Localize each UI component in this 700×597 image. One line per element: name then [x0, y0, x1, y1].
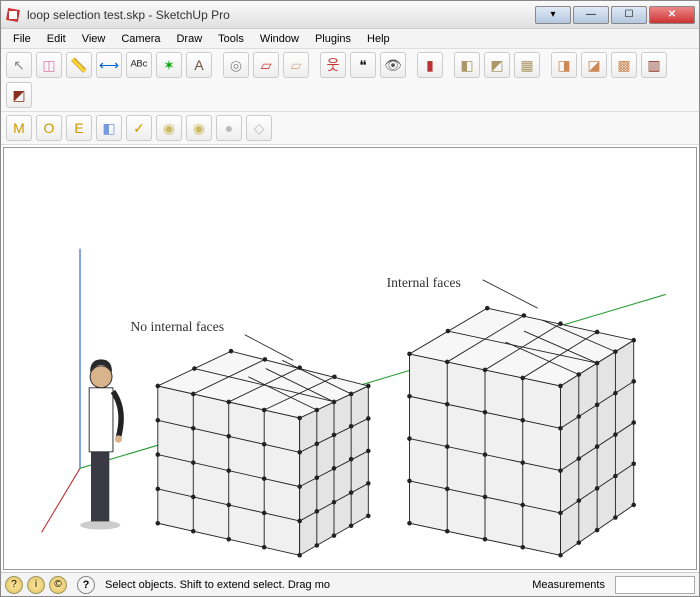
- hidden-tool[interactable]: ▦: [514, 52, 540, 78]
- layer-o-tool[interactable]: O: [36, 115, 62, 141]
- arc-tool[interactable]: ▱: [283, 52, 309, 78]
- layer-e-tool[interactable]: E: [66, 115, 92, 141]
- status-hint: Select objects. Shift to extend select. …: [99, 579, 522, 591]
- look-around-tool[interactable]: 👁: [380, 52, 406, 78]
- window-title: loop selection test.skp - SketchUp Pro: [27, 8, 535, 22]
- shaded-tool[interactable]: ◩: [6, 82, 32, 108]
- statusbar: ? i © ? Select objects. Shift to extend …: [1, 572, 699, 596]
- coin1-tool[interactable]: ◉: [156, 115, 182, 141]
- position-camera-tool[interactable]: 웃: [320, 52, 346, 78]
- shade-cube-tool[interactable]: ◧: [96, 115, 122, 141]
- wireframe-tool[interactable]: ▩: [611, 52, 637, 78]
- menu-tools[interactable]: Tools: [210, 31, 252, 47]
- menu-edit[interactable]: Edit: [39, 31, 74, 47]
- pin-button[interactable]: ▾: [535, 6, 571, 24]
- status-icon-3[interactable]: ©: [49, 576, 67, 594]
- select-tool[interactable]: ↖: [6, 52, 32, 78]
- menu-draw[interactable]: Draw: [168, 31, 210, 47]
- measurements-input[interactable]: [615, 576, 695, 594]
- box-left: [156, 349, 371, 558]
- app-icon: [5, 7, 21, 23]
- svg-text:Internal faces: Internal faces: [387, 275, 461, 290]
- annotation-right: Internal faces: [387, 275, 538, 308]
- check-tool[interactable]: ✓: [126, 115, 152, 141]
- walk-tool[interactable]: ❝: [350, 52, 376, 78]
- titlebar[interactable]: loop selection test.skp - SketchUp Pro ▾…: [1, 1, 699, 29]
- svg-text:No internal faces: No internal faces: [130, 319, 224, 334]
- line-tool[interactable]: ▱: [253, 52, 279, 78]
- menu-plugins[interactable]: Plugins: [307, 31, 359, 47]
- back-edges-tool[interactable]: ◪: [581, 52, 607, 78]
- status-icon-2[interactable]: i: [27, 576, 45, 594]
- axes-tool[interactable]: ✶: [156, 52, 182, 78]
- xray-tool[interactable]: ◨: [551, 52, 577, 78]
- layer-m-tool[interactable]: M: [6, 115, 32, 141]
- box-right: [407, 306, 636, 558]
- help-icon[interactable]: ?: [77, 576, 95, 594]
- coin2-tool[interactable]: ◉: [186, 115, 212, 141]
- app-window: loop selection test.skp - SketchUp Pro ▾…: [0, 0, 700, 597]
- sphere-tool[interactable]: ●: [216, 115, 242, 141]
- fog-tool[interactable]: ◩: [484, 52, 510, 78]
- rectangle-tool[interactable]: ◎: [223, 52, 249, 78]
- toolbar-main: ↖◫📏⟷ᴬᴮᶜ✶A◎▱▱웃❝👁▮◧◩▦◨◪▩▥◩: [1, 49, 699, 112]
- shadow-tool[interactable]: ◧: [454, 52, 480, 78]
- axis-red: [42, 468, 80, 532]
- tape-tool[interactable]: 📏: [66, 52, 92, 78]
- scale-figure: [80, 359, 122, 529]
- toolbar-secondary: MOE◧✓◉◉●◇: [1, 112, 699, 145]
- menu-view[interactable]: View: [74, 31, 114, 47]
- section-tool[interactable]: ▮: [417, 52, 443, 78]
- annotation-left: No internal faces: [130, 319, 293, 360]
- menu-window[interactable]: Window: [252, 31, 307, 47]
- hidden-line-tool[interactable]: ▥: [641, 52, 667, 78]
- window-controls: ▾ — ☐ ✕: [535, 6, 695, 24]
- viewport-3d[interactable]: No internal faces Internal faces: [3, 147, 697, 570]
- close-button[interactable]: ✕: [649, 6, 695, 24]
- iso-tool[interactable]: ◫: [36, 52, 62, 78]
- 3dtext-tool[interactable]: A: [186, 52, 212, 78]
- diamond-tool[interactable]: ◇: [246, 115, 272, 141]
- minimize-button[interactable]: —: [573, 6, 609, 24]
- dimension-tool[interactable]: ⟷: [96, 52, 122, 78]
- menubar: File Edit View Camera Draw Tools Window …: [1, 29, 699, 49]
- text-tool[interactable]: ᴬᴮᶜ: [126, 52, 152, 78]
- status-icon-1[interactable]: ?: [5, 576, 23, 594]
- menu-file[interactable]: File: [5, 31, 39, 47]
- measurements-label: Measurements: [526, 579, 611, 591]
- menu-camera[interactable]: Camera: [113, 31, 168, 47]
- maximize-button[interactable]: ☐: [611, 6, 647, 24]
- menu-help[interactable]: Help: [359, 31, 398, 47]
